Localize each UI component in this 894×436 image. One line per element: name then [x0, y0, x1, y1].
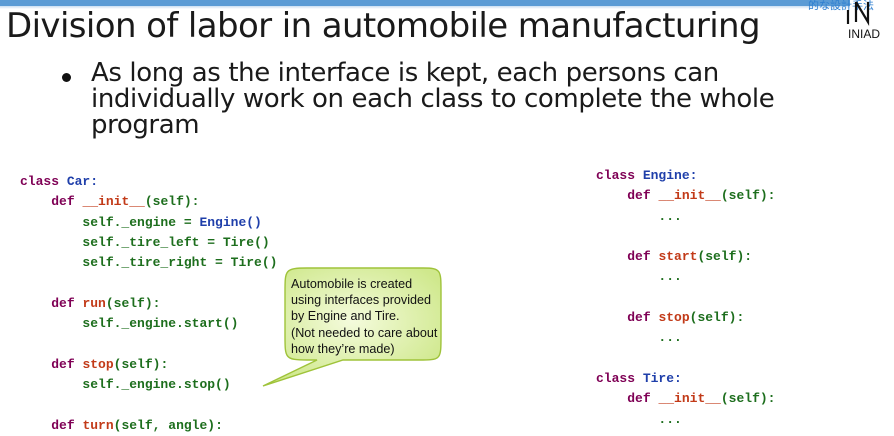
- code-function-name: turn: [82, 417, 114, 433]
- code-line: def __init__(self):: [596, 389, 775, 409]
- code-ellipsis: ...: [658, 330, 682, 346]
- code-signature: (self):: [720, 188, 776, 204]
- code-function-name: stop: [82, 356, 114, 372]
- code-signature: (self):: [144, 194, 200, 210]
- code-keyword: class: [596, 370, 636, 386]
- code-function-name: __init__: [658, 391, 721, 407]
- code-keyword: def: [627, 310, 651, 326]
- code-line: def __init__(self):: [596, 186, 775, 206]
- code-line: self._tire_right = Tire(): [20, 253, 277, 273]
- code-signature: (self):: [697, 249, 753, 265]
- code-constructor-call: Tire(): [222, 234, 270, 250]
- code-assignment: self._engine =: [82, 214, 200, 230]
- code-line: def __init__(self):: [20, 192, 277, 212]
- code-keyword: def: [51, 194, 75, 210]
- code-signature: (self, angle):: [113, 417, 223, 433]
- code-assignment: self._tire_left =: [82, 234, 223, 250]
- code-class-name: Engine:: [642, 168, 698, 183]
- code-line: self._tire_left = Tire(): [20, 233, 277, 253]
- bullet-text: As long as the interface is kept, each p…: [91, 58, 775, 140]
- code-keyword: def: [51, 356, 75, 372]
- code-line: ...: [596, 328, 775, 348]
- logo-label: INIAD: [848, 27, 881, 41]
- code-function-name: run: [82, 295, 106, 311]
- code-keyword: def: [627, 188, 651, 204]
- code-constructor-call: Engine(): [199, 214, 262, 230]
- code-class-name: Car:: [66, 174, 99, 189]
- code-signature: (self):: [689, 310, 745, 326]
- code-keyword: def: [627, 391, 651, 407]
- callout-line: (Not needed to care about: [291, 325, 438, 340]
- code-signature: (self):: [720, 391, 776, 407]
- code-keyword: def: [627, 249, 651, 265]
- code-line: ...: [596, 267, 775, 287]
- code-line: class Car:: [20, 172, 277, 192]
- code-line: ...: [596, 207, 775, 227]
- callout-line: Automobile is created: [291, 277, 413, 291]
- code-signature: (self):: [105, 295, 161, 311]
- code-keyword: class: [20, 174, 60, 189]
- code-function-name: __init__: [658, 188, 721, 204]
- engine-tire-class-code: class Engine: def __init__(self): ... de…: [596, 166, 775, 430]
- code-line: def stop(self):: [596, 308, 775, 328]
- code-ellipsis: ...: [658, 208, 682, 224]
- car-class-code: class Car: def __init__(self): self._eng…: [20, 172, 277, 436]
- code-line: def turn(self, angle):: [20, 416, 277, 436]
- page-title: Division of labor in automobile manufact…: [6, 6, 761, 46]
- callout-text: Automobile is created using interfaces p…: [291, 276, 451, 357]
- code-line: def stop(self):: [20, 355, 277, 375]
- code-keyword: def: [51, 417, 75, 433]
- code-function-name: start: [658, 249, 698, 265]
- code-function-name: stop: [658, 310, 690, 326]
- callout-line: using interfaces provided: [291, 293, 432, 308]
- code-line: class Engine:: [596, 166, 775, 186]
- code-signature: (self):: [113, 356, 169, 372]
- code-function-name: __init__: [82, 194, 145, 210]
- callout-line: by Engine and Tire.: [291, 309, 400, 324]
- code-line: class Tire:: [596, 369, 775, 389]
- code-assignment: self._tire_right =: [82, 255, 231, 271]
- code-line: self._engine = Engine(): [20, 213, 277, 233]
- code-line: ...: [596, 410, 775, 430]
- code-keyword: def: [51, 295, 75, 311]
- code-line: def start(self):: [596, 247, 775, 267]
- code-ellipsis: ...: [658, 269, 682, 285]
- code-keyword: class: [596, 168, 636, 183]
- code-statement: self._engine.start(): [82, 316, 239, 332]
- callout-line: how they’re made): [291, 341, 395, 356]
- code-line: self._engine.stop(): [20, 375, 277, 395]
- code-line: self._engine.start(): [20, 314, 277, 334]
- code-statement: self._engine.stop(): [82, 376, 231, 392]
- bullet-marker: [62, 73, 71, 82]
- code-line: def run(self):: [20, 294, 277, 314]
- code-ellipsis: ...: [658, 411, 682, 427]
- code-class-name: Tire:: [642, 370, 682, 386]
